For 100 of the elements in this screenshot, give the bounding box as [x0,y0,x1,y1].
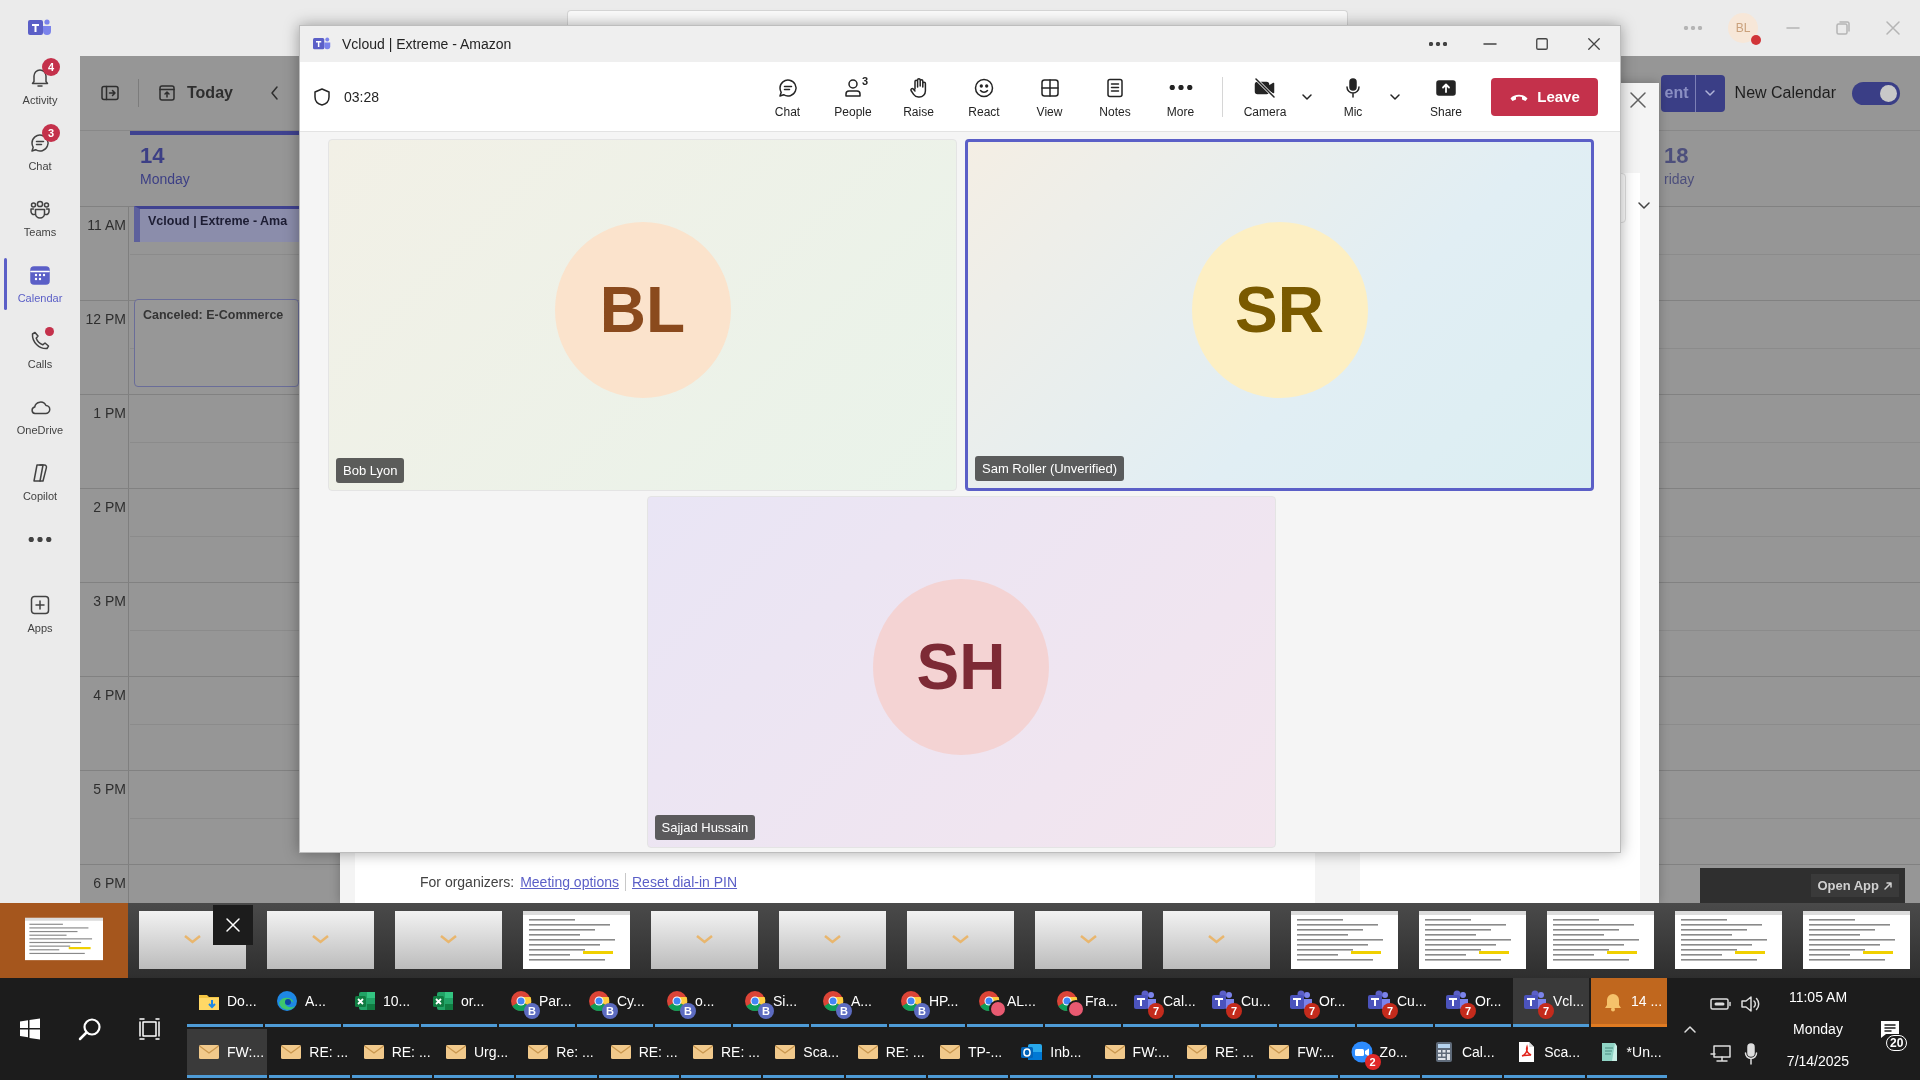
mic-button[interactable]: Mic [1325,67,1381,126]
rail-item[interactable]: Teams [0,188,80,254]
taskbar-button[interactable]: Fra... [1045,978,1121,1027]
calendar-event[interactable]: Vcloud | Extreme - Ama [134,206,299,242]
video-tile[interactable]: SH Sajjad Hussain [646,496,1276,848]
apps-icon [28,593,52,617]
taskbar-button[interactable]: B Si... [733,978,809,1027]
count-badge: 7 [1226,1003,1242,1019]
taskbar-button[interactable]: RE: ... [269,1029,350,1078]
taskbar-button[interactable]: 7 Or... [1279,978,1355,1027]
video-call-icon [1349,1040,1374,1064]
toolbar-button[interactable]: 3 People [821,67,885,126]
count-badge: B [758,1003,774,1019]
share-button[interactable]: Share [1413,67,1479,126]
toolbar-button[interactable]: View [1017,67,1082,126]
close-icon [225,917,241,933]
time-label: 1 PM [92,405,126,421]
video-tile[interactable]: SR Sam Roller (Unverified) [965,139,1594,491]
taskbar-button[interactable]: *Un... [1586,1029,1667,1078]
taskbar-button[interactable]: Inb... [1010,1029,1091,1078]
taskbar-button[interactable]: FW:... [1092,1029,1173,1078]
taskbar-button[interactable]: B Par... [499,978,575,1027]
taskbar-button[interactable]: 14 ... [1591,978,1667,1027]
taskbar-button[interactable]: Sca... [763,1029,844,1078]
microphone-icon [1744,1043,1758,1065]
shield-icon [312,86,332,107]
spreadsheet-icon [353,989,377,1013]
taskbar-button[interactable]: B Cy... [577,978,653,1027]
leave-button[interactable]: Leave [1491,77,1598,116]
taskbar-button[interactable]: Re: ... [516,1029,597,1078]
taskbar-button[interactable]: 10... [343,978,419,1027]
toolbar-button[interactable]: More [1148,67,1213,126]
rail-item[interactable]: OneDrive [0,386,80,452]
taskbar-button[interactable]: RE: ... [680,1029,762,1078]
time-label: 4 PM [92,687,126,703]
toolbar-button[interactable]: Notes [1083,67,1147,126]
taskbar-button[interactable]: 7 Cu... [1357,978,1433,1027]
notifications-button[interactable]: 20 [1868,979,1912,1079]
rail-item[interactable]: Copilot [0,452,80,518]
close-icon [1885,20,1901,36]
camera-button[interactable]: Camera [1237,67,1293,126]
search-icon [77,1016,103,1042]
count-badge: B [680,1003,696,1019]
toolbar-button[interactable]: Raise [886,67,951,126]
rail-item[interactable]: 4 Activity [0,56,80,122]
taskbar-button[interactable]: RE: ... [1174,1029,1256,1078]
taskbar-button[interactable]: FW:... [187,1029,268,1078]
rail-item[interactable]: Calls [0,320,80,386]
chat-icon [28,131,52,155]
task-view-icon [138,1017,162,1041]
more-icon [1683,26,1703,30]
taskbar-button[interactable]: B HP... [889,978,965,1027]
rail-item[interactable]: Apps [0,584,80,650]
taskbar-button[interactable]: Sca... [1504,1029,1585,1078]
participant-name: Bob Lyon [336,458,405,483]
calendar-event[interactable]: Canceled: E-Commerce [134,299,299,387]
toggle-switch[interactable] [1852,81,1900,105]
taskbar-button[interactable]: FW:... [1257,1029,1338,1078]
taskbar-button[interactable]: AL... [967,978,1043,1027]
taskbar-button[interactable]: 7 Cu... [1201,978,1277,1027]
taskbar-button[interactable]: B o... [655,978,731,1027]
rail-item[interactable]: Calendar [0,254,80,320]
taskbar-button[interactable]: or... [421,978,497,1027]
taskbar-button[interactable]: Urg... [434,1029,515,1078]
clock-day: Monday [1793,1021,1843,1037]
taskbar-button[interactable]: 7 Or... [1435,978,1511,1027]
link[interactable]: Reset dial-in PIN [632,874,738,890]
profile-badge [1067,1000,1085,1018]
video-tile[interactable]: BL Bob Lyon [328,139,957,491]
minimize-icon [1483,43,1497,45]
clock-time: 11:05 AM [1788,989,1848,1005]
count-badge: 7 [1148,1003,1164,1019]
taskbar-button[interactable]: 7 Vcl... [1513,978,1589,1027]
taskbar-button[interactable]: TP-... [927,1029,1009,1078]
close-button[interactable] [213,905,253,945]
today-button[interactable]: Today [151,75,239,111]
toolbar-button[interactable]: Chat [755,67,820,126]
more-icon [28,536,52,542]
presence-dot [1751,35,1761,45]
taskbar-button[interactable]: B A... [811,978,887,1027]
taskbar-button[interactable]: RE: ... [845,1029,926,1078]
search-field[interactable] [567,10,1348,25]
toolbar-button[interactable]: React [952,67,1016,126]
taskbar-button[interactable]: RE: ... [598,1029,679,1078]
taskbar-button[interactable]: RE: ... [351,1029,432,1078]
count-badge: 3 [42,124,60,142]
open-app-button[interactable]: Open App [1811,874,1899,897]
count-badge: B [602,1003,618,1019]
taskbar-button[interactable]: A... [265,978,341,1027]
calendar-icon [28,263,52,287]
profile-badge [989,1000,1007,1018]
taskbar-button[interactable]: 2 Zo... [1339,1029,1420,1078]
rail-item[interactable]: 3 Chat [0,122,80,188]
count-badge: 7 [1382,1003,1398,1019]
new-event-dropdown[interactable] [1694,74,1725,112]
link[interactable]: Meeting options [520,874,619,890]
taskbar-button[interactable]: Cal... [1421,1029,1503,1078]
participant-name: Sajjad Hussain [654,815,756,840]
external-link-icon [1883,880,1893,891]
taskbar-button[interactable]: 7 Cal... [1123,978,1199,1027]
